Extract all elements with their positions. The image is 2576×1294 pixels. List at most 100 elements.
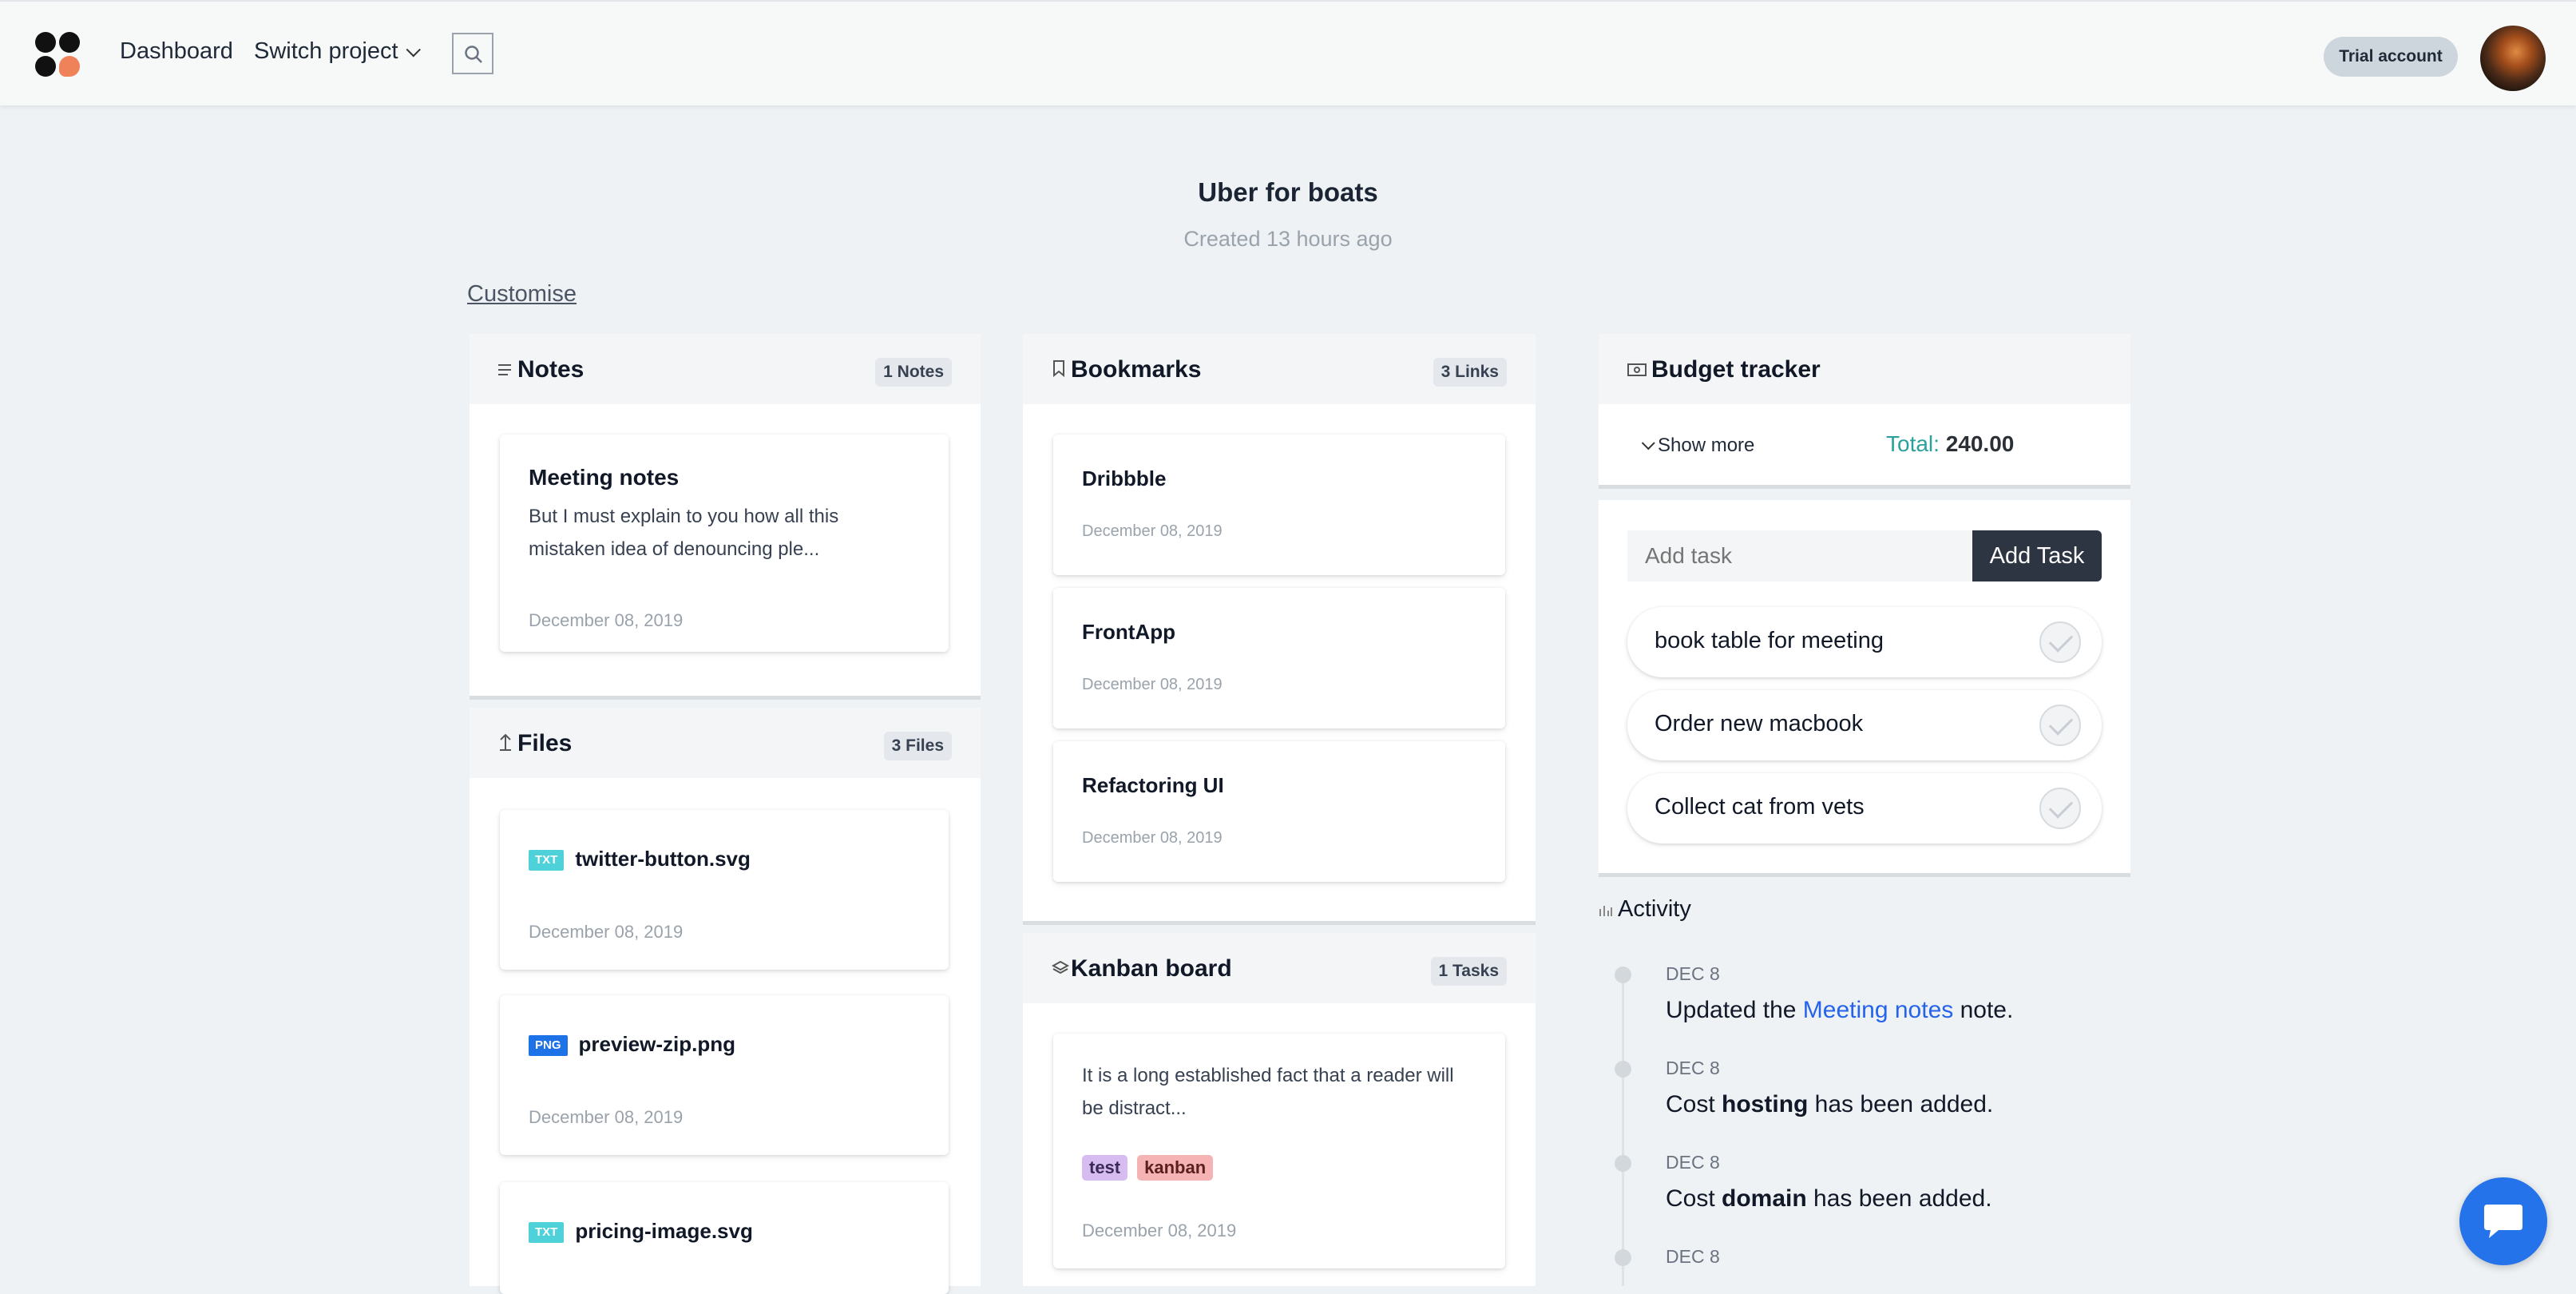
- kanban-panel: Kanban board 1 Tasks It is a long establ…: [1023, 933, 1536, 1286]
- activity-entry: Updated the Meeting notes note.: [1666, 997, 2013, 1024]
- kanban-card-text: It is a long established fact that a rea…: [1082, 1065, 1454, 1119]
- upload-icon: [500, 733, 511, 751]
- budget-title: Budget tracker: [1651, 356, 1821, 383]
- show-more-toggle[interactable]: Show more: [1640, 435, 1754, 457]
- bookmark-date: December 08, 2019: [1082, 522, 1223, 540]
- file-name: twitter-button.svg: [575, 847, 751, 871]
- activity-bold: hosting: [1722, 1091, 1809, 1117]
- chevron-down-icon: [406, 42, 421, 58]
- checkmark-icon[interactable]: [2039, 621, 2081, 663]
- files-title: Files: [517, 730, 573, 756]
- files-header: Files 3 Files: [470, 708, 981, 778]
- user-avatar[interactable]: [2480, 26, 2546, 91]
- checkmark-icon[interactable]: [2039, 788, 2081, 829]
- notes-title: Notes: [517, 356, 585, 383]
- bookmark-card[interactable]: FrontApp December 08, 2019: [1053, 588, 1505, 728]
- note-date: December 08, 2019: [529, 610, 684, 630]
- budget-total: Total: 240.00: [1886, 431, 2014, 457]
- nav-dashboard-link[interactable]: Dashboard: [120, 38, 233, 65]
- activity-entry: Cost hosting has been added.: [1666, 1091, 1993, 1118]
- bookmarks-title: Bookmarks: [1071, 356, 1202, 383]
- kanban-header: Kanban board 1 Tasks: [1023, 933, 1536, 1003]
- note-card[interactable]: Meeting notes But I must explain to you …: [500, 435, 949, 652]
- tag-kanban[interactable]: kanban: [1137, 1155, 1214, 1181]
- add-task-input[interactable]: [1627, 530, 1972, 582]
- bookmark-icon: [1053, 360, 1064, 377]
- kanban-title: Kanban board: [1071, 955, 1232, 982]
- activity-bold: domain: [1722, 1185, 1807, 1212]
- activity-text: has been added.: [1806, 1185, 1992, 1212]
- tag-test[interactable]: test: [1082, 1155, 1128, 1181]
- file-date: December 08, 2019: [529, 1107, 684, 1127]
- activity-text: Cost: [1666, 1091, 1722, 1117]
- checkmark-icon[interactable]: [2039, 705, 2081, 746]
- note-excerpt: But I must explain to you how all this m…: [529, 506, 839, 560]
- todo-item[interactable]: book table for meeting: [1627, 607, 2102, 677]
- customise-link[interactable]: Customise: [467, 281, 577, 308]
- activity-entry: Cost domain has been added.: [1666, 1185, 1992, 1213]
- bookmark-title: FrontApp: [1082, 620, 1175, 644]
- search-button[interactable]: [452, 33, 493, 74]
- budget-panel: Budget tracker Show more Total: 240.00: [1599, 334, 2130, 489]
- layers-icon: [1052, 960, 1069, 974]
- activity-date: DEC 8: [1666, 1152, 1720, 1173]
- timeline-dot: [1615, 967, 1631, 983]
- file-card[interactable]: TXT pricing-image.svg: [500, 1182, 949, 1294]
- file-card[interactable]: TXT twitter-button.svg December 08, 2019: [500, 810, 949, 970]
- activity-text: Cost: [1666, 1185, 1722, 1212]
- activity-text: has been added.: [1808, 1091, 1994, 1117]
- activity-date: DEC 8: [1666, 1058, 1720, 1078]
- chat-button[interactable]: [2459, 1177, 2547, 1265]
- bar-chart-icon: [1599, 906, 1612, 916]
- switch-project-dropdown[interactable]: Switch project: [254, 38, 421, 65]
- file-type-tag: TXT: [529, 1222, 565, 1244]
- total-label: Total:: [1886, 431, 1940, 456]
- file-title: TXT twitter-button.svg: [529, 847, 751, 871]
- file-name: preview-zip.png: [578, 1032, 735, 1056]
- bookmarks-panel: Bookmarks 3 Links Dribbble December 08, …: [1023, 334, 1536, 925]
- trial-account-badge[interactable]: Trial account: [2324, 37, 2458, 77]
- activity-link[interactable]: Meeting notes: [1803, 997, 1953, 1023]
- bookmark-title: Dribbble: [1082, 466, 1167, 490]
- chevron-down-icon: [1641, 436, 1655, 451]
- show-more-label: Show more: [1658, 435, 1755, 456]
- app-logo[interactable]: [35, 32, 80, 77]
- todo-item[interactable]: Order new macbook: [1627, 690, 2102, 760]
- activity-date: DEC 8: [1666, 963, 1720, 984]
- bookmark-date: December 08, 2019: [1082, 829, 1223, 847]
- bookmarks-count-badge: 3 Links: [1433, 358, 1507, 387]
- todo-label: Order new macbook: [1655, 711, 1864, 736]
- activity-text: note.: [1953, 997, 2014, 1023]
- chat-icon: [2484, 1205, 2522, 1238]
- activity-date: DEC 8: [1666, 1246, 1720, 1267]
- note-title: Meeting notes: [529, 465, 680, 490]
- file-type-tag: PNG: [529, 1035, 568, 1057]
- file-date: December 08, 2019: [529, 922, 684, 942]
- bookmark-date: December 08, 2019: [1082, 676, 1223, 693]
- timeline-dot: [1615, 1061, 1631, 1078]
- bookmark-card[interactable]: Refactoring UI December 08, 2019: [1053, 741, 1505, 882]
- activity-timeline: [1622, 974, 1624, 1286]
- notes-count-badge: 1 Notes: [875, 358, 952, 387]
- add-task-button[interactable]: Add Task: [1972, 530, 2102, 582]
- bookmarks-header: Bookmarks 3 Links: [1023, 334, 1536, 404]
- files-panel: Files 3 Files TXT twitter-button.svg Dece…: [470, 708, 981, 1294]
- notes-panel: Notes 1 Notes Meeting notes But I must e…: [470, 334, 981, 700]
- files-count-badge: 3 Files: [883, 732, 952, 760]
- todo-item[interactable]: Collect cat from vets: [1627, 773, 2102, 843]
- activity-title: Activity: [1618, 896, 1691, 922]
- file-name: pricing-image.svg: [575, 1219, 753, 1243]
- bookmark-card[interactable]: Dribbble December 08, 2019: [1053, 435, 1505, 575]
- notes-icon: [498, 364, 511, 375]
- kanban-card[interactable]: It is a long established fact that a rea…: [1053, 1034, 1505, 1268]
- project-created: Created 13 hours ago: [1183, 227, 1393, 251]
- kanban-count-badge: 1 Tasks: [1430, 957, 1507, 986]
- budget-header: Budget tracker: [1599, 334, 2130, 404]
- file-card[interactable]: PNG preview-zip.png December 08, 2019: [500, 995, 949, 1155]
- kanban-tags: test kanban: [1082, 1155, 1223, 1181]
- notes-header: Notes 1 Notes: [470, 334, 981, 404]
- total-value: 240.00: [1945, 431, 2015, 456]
- bookmark-title: Refactoring UI: [1082, 773, 1224, 797]
- money-icon: [1627, 363, 1647, 376]
- search-icon: [465, 46, 482, 63]
